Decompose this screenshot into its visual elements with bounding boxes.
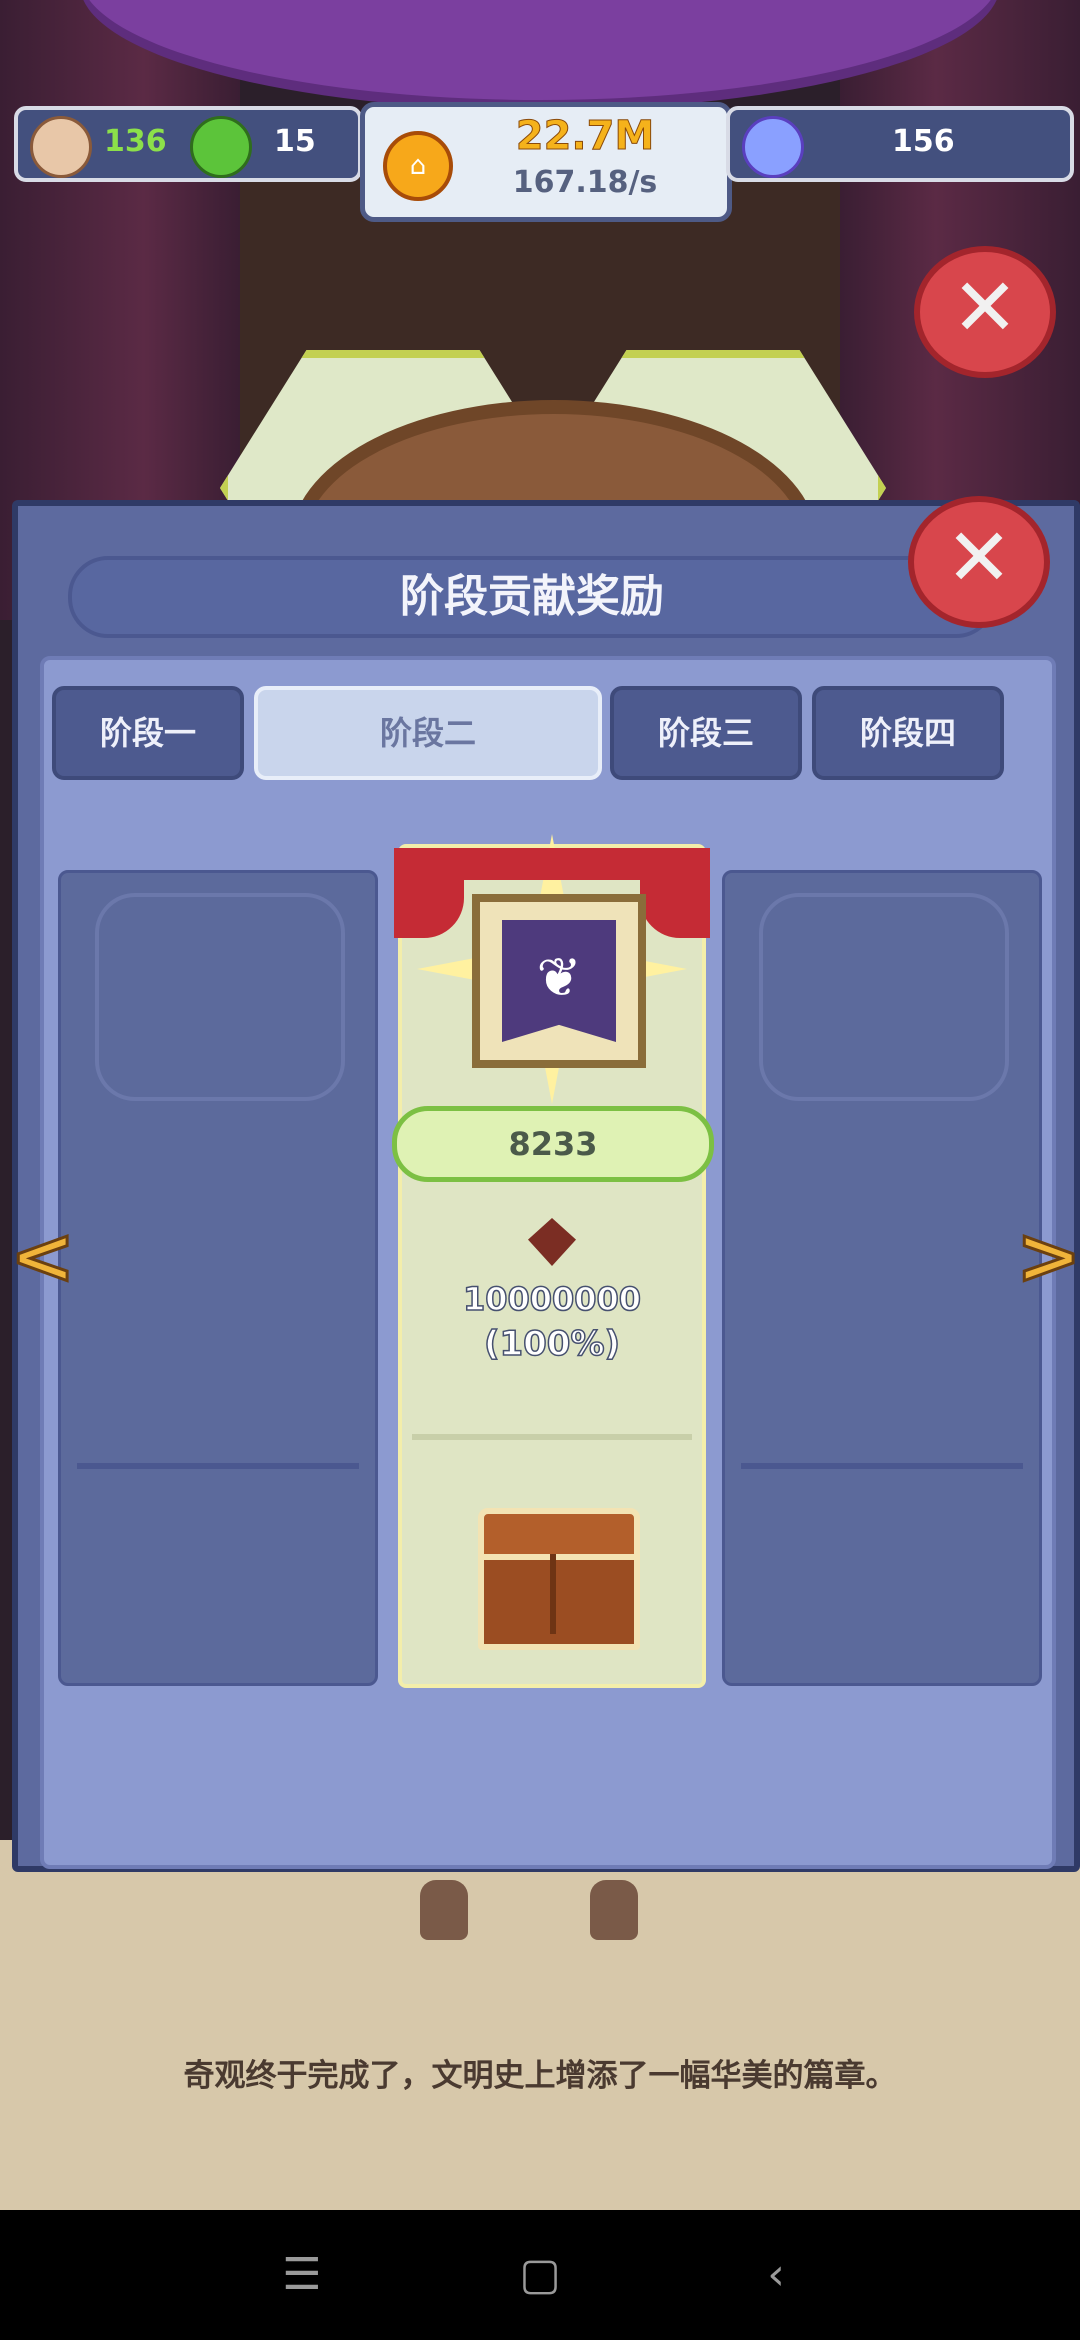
population-icon xyxy=(30,116,92,178)
divider xyxy=(77,1463,359,1469)
nav-back-icon[interactable]: ‹ xyxy=(746,2250,806,2300)
next-arrow-icon[interactable]: > xyxy=(1015,1217,1080,1298)
gold-amount: 22.7M xyxy=(515,113,655,160)
panel-content: 阶段一 阶段二 阶段三 阶段四 ❦ 8233 10000000 (100%) xyxy=(40,656,1056,1869)
gold-counter[interactable]: ⌂ 22.7M 167.18/s xyxy=(360,102,732,222)
reward-card-empty-right xyxy=(722,870,1042,1686)
story-text: 奇观终于完成了，文明史上增添了一幅华美的篇章。 xyxy=(183,2058,897,2094)
ground xyxy=(0,1840,1080,2210)
empty-frame xyxy=(95,893,345,1101)
empty-frame xyxy=(759,893,1009,1101)
phoenix-banner-icon: ❦ xyxy=(502,920,616,1042)
ribbon-top xyxy=(464,848,640,880)
system-nav-bar: ☰ ▢ ‹ xyxy=(0,2210,1080,2340)
panel-title: 阶段贡献奖励 xyxy=(400,571,664,622)
happiness-value: 15 xyxy=(274,124,316,159)
gold-rate: 167.18/s xyxy=(512,165,658,200)
stage-reward-panel: 阶段贡献奖励 阶段一 阶段二 阶段三 阶段四 ❦ 8233 10000000 (… xyxy=(12,480,1080,1872)
gems-value: 156 xyxy=(892,124,955,159)
tab-stage-4[interactable]: 阶段四 xyxy=(812,686,1004,780)
tab-stage-3[interactable]: 阶段三 xyxy=(610,686,802,780)
nav-home-icon[interactable]: ▢ xyxy=(510,2250,570,2300)
red-gem-icon xyxy=(528,1218,576,1266)
tab-stage-1[interactable]: 阶段一 xyxy=(52,686,244,780)
requirement-amount: 10000000 xyxy=(462,1279,642,1319)
ribbon-left xyxy=(394,848,464,938)
requirement-progress: (100%) xyxy=(483,1323,621,1365)
reward-card-empty-left xyxy=(58,870,378,1686)
panel-title-bar: 阶段贡献奖励 xyxy=(68,556,996,638)
reward-card[interactable]: ❦ 8233 10000000 (100%) xyxy=(392,834,714,1688)
villager xyxy=(420,1880,468,1940)
divider xyxy=(412,1434,692,1440)
chest-lid xyxy=(478,1508,640,1560)
resource-bar-left: 136 15 xyxy=(14,106,362,182)
gem-potion-icon xyxy=(742,116,804,178)
happiness-icon xyxy=(190,116,252,178)
scene-close-button[interactable]: ✕ xyxy=(914,246,1056,378)
chest-seam xyxy=(550,1554,556,1634)
population-value: 136 xyxy=(104,124,167,159)
panel-close-button[interactable]: ✕ xyxy=(908,496,1050,628)
resource-bar-right: 156 xyxy=(726,106,1074,182)
banner-frame: ❦ xyxy=(472,894,646,1068)
treasure-chest-icon[interactable] xyxy=(478,1508,640,1650)
divider xyxy=(741,1463,1023,1469)
tab-stage-2[interactable]: 阶段二 xyxy=(254,686,602,780)
prev-arrow-icon[interactable]: < xyxy=(9,1217,77,1298)
panel-frame: 阶段贡献奖励 阶段一 阶段二 阶段三 阶段四 ❦ 8233 10000000 (… xyxy=(12,500,1080,1872)
nav-menu-icon[interactable]: ☰ xyxy=(272,2250,332,2300)
score-value: 8233 xyxy=(392,1106,714,1182)
villager xyxy=(590,1880,638,1940)
ribbon-right xyxy=(640,848,710,938)
gold-coin-icon: ⌂ xyxy=(383,131,453,201)
